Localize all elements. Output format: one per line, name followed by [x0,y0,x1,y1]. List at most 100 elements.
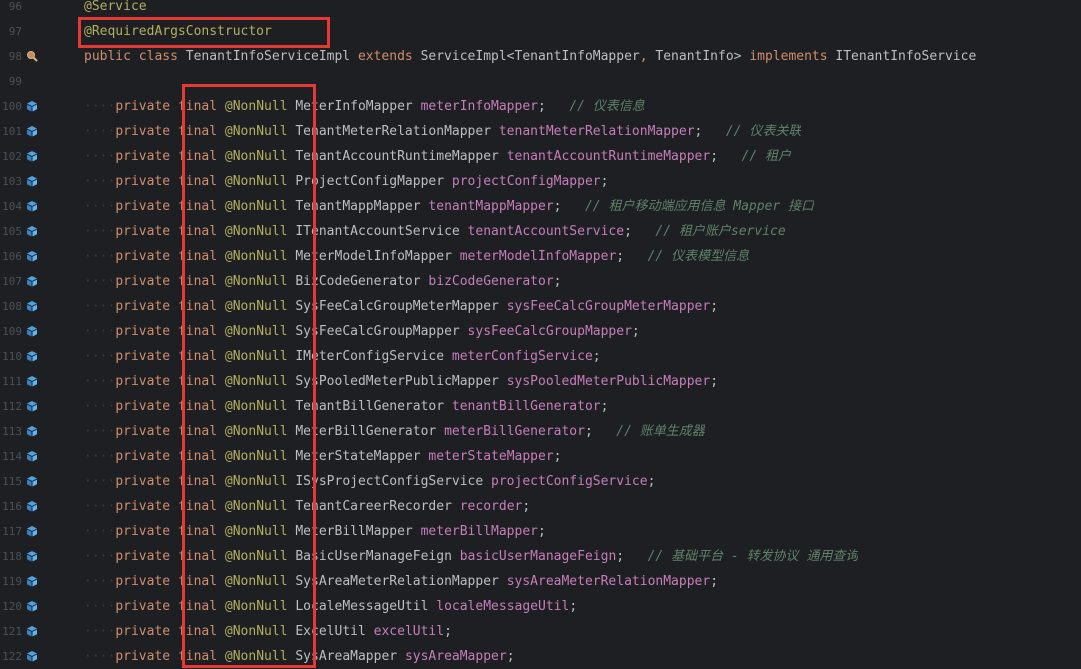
code-line-97[interactable]: 97 @RequiredArgsConstructor [0,19,1081,44]
code-editor[interactable]: 96 @Service 97 @RequiredArgsConstructor 98 pu… [0,0,1081,669]
code-text: ····private final @NonNull ITenantAccoun… [84,219,786,244]
code-line-116[interactable]: 116 ····private final @NonNull TenantCare… [0,494,1081,519]
code-line-114[interactable]: 114 ····private final @NonNull MeterState… [0,444,1081,469]
line-number: 103 [2,175,22,188]
annotation-nonnull: @NonNull [224,624,296,639]
keyword-final: final [177,349,225,364]
bean-icon[interactable] [26,575,38,587]
semicolon: ; [584,424,593,439]
code-line-122[interactable]: 122 ····private final @NonNull SysAreaMap… [0,644,1081,669]
keyword-private: private [115,349,178,364]
field-type: IMeterConfigService [295,349,452,364]
indent-guide: ···· [84,549,116,564]
semicolon: ; [624,224,632,239]
code-line-102[interactable]: 102 ····private final @NonNull TenantAcco… [0,144,1081,169]
annotation-nonnull: @NonNull [224,599,296,614]
semicolon: ; [710,574,719,589]
code-line-121[interactable]: 121 ····private final @NonNull ExcelUtil … [0,619,1081,644]
field-name: bizCodeGenerator [428,274,554,289]
bean-icon[interactable] [26,550,38,562]
keyword-private: private [115,599,178,614]
code-line-100[interactable]: 100 ····private final @NonNull MeterInfoM… [0,94,1081,119]
keyword-final: final [177,649,225,664]
field-name: sysAreaMeterRelationMapper [506,574,711,589]
keyword-final: final [177,374,225,389]
line-number: 111 [2,375,22,388]
field-type: ITenantAccountService [295,224,468,239]
keyword-private: private [115,399,178,414]
code-line-120[interactable]: 120 ····private final @NonNull LocaleMess… [0,594,1081,619]
bean-icon[interactable] [26,475,38,487]
code-line-98[interactable]: 98 public class TenantInfoServiceImpl ext… [0,44,1081,69]
bean-icon[interactable] [26,600,38,612]
code-text: ····private final @NonNull TenantMeterRe… [84,119,801,144]
code-line-110[interactable]: 110 ····private final @NonNull IMeterConf… [0,344,1081,369]
field-type: BizCodeGenerator [295,274,429,289]
code-line-103[interactable]: 103 ····private final @NonNull ProjectCon… [0,169,1081,194]
bean-icon[interactable] [26,525,38,537]
bean-icon[interactable] [26,250,38,262]
keyword-private: private [115,99,178,114]
field-name: meterConfigService [451,349,593,364]
field-type: TenantAccountRuntimeMapper [295,149,507,164]
code-token: extends [357,49,421,64]
bean-icon[interactable] [26,425,38,437]
bean-search-icon[interactable] [26,50,38,62]
bean-icon[interactable] [26,125,38,137]
annotation-nonnull: @NonNull [224,499,296,514]
code-line-107[interactable]: 107 ····private final @NonNull BizCodeGen… [0,269,1081,294]
code-comment: // 账单生成器 [616,424,705,439]
code-line-117[interactable]: 117 ····private final @NonNull MeterBillM… [0,519,1081,544]
bean-icon[interactable] [26,200,38,212]
bean-icon[interactable] [26,175,38,187]
code-token: ServiceImpl<TenantInfoMapper [420,49,640,64]
bean-icon[interactable] [26,450,38,462]
bean-icon[interactable] [26,275,38,287]
keyword-private: private [115,324,178,339]
indent-guide: ···· [84,224,116,239]
bean-icon[interactable] [26,225,38,237]
keyword-final: final [177,574,225,589]
bean-icon[interactable] [26,400,38,412]
code-line-109[interactable]: 109 ····private final @NonNull SysFeeCalc… [0,319,1081,344]
indent-guide: ···· [84,499,116,514]
code-text: ····private final @NonNull MeterBillMapp… [84,519,546,544]
bean-icon[interactable] [26,300,38,312]
code-line-111[interactable]: 111 ····private final @NonNull SysPooledM… [0,369,1081,394]
code-line-106[interactable]: 106 ····private final @NonNull MeterModel… [0,244,1081,269]
bean-icon[interactable] [26,650,38,662]
bean-icon[interactable] [26,500,38,512]
code-line-101[interactable]: 101 ····private final @NonNull TenantMete… [0,119,1081,144]
keyword-final: final [177,499,225,514]
indent-guide: ···· [84,99,116,114]
code-line-99[interactable]: 99 [0,69,1081,94]
bean-icon[interactable] [26,100,38,112]
code-line-119[interactable]: 119 ····private final @NonNull SysAreaMet… [0,569,1081,594]
annotation-nonnull: @NonNull [224,374,296,389]
semicolon: ; [631,324,640,339]
code-text: ····private final @NonNull TenantCareerR… [84,494,530,519]
line-number: 118 [2,550,22,563]
indent-guide: ···· [84,424,116,439]
code-line-112[interactable]: 112 ····private final @NonNull TenantBill… [0,394,1081,419]
code-line-104[interactable]: 104 ····private final @NonNull TenantMapp… [0,194,1081,219]
semicolon: ; [506,649,515,664]
code-line-105[interactable]: 105 ····private final @NonNull ITenantAcc… [0,219,1081,244]
code-line-113[interactable]: 113 ····private final @NonNull MeterBillG… [0,419,1081,444]
line-number: 102 [2,150,22,163]
bean-icon[interactable] [26,325,38,337]
bean-icon[interactable] [26,350,38,362]
code-line-115[interactable]: 115 ····private final @NonNull ISysProjec… [0,469,1081,494]
bean-icon[interactable] [26,150,38,162]
code-line-96[interactable]: 96 @Service [0,0,1081,19]
code-line-118[interactable]: 118 ····private final @NonNull BasicUserM… [0,544,1081,569]
code-text: ····private final @NonNull SysAreaMeterR… [84,569,718,594]
code-line-108[interactable]: 108 ····private final @NonNull SysFeeCalc… [0,294,1081,319]
annotation-nonnull: @NonNull [224,649,296,664]
annotation-nonnull: @NonNull [224,349,296,364]
bean-icon[interactable] [26,375,38,387]
line-number: 104 [2,200,22,213]
bean-icon[interactable] [26,625,38,637]
keyword-final: final [177,449,225,464]
